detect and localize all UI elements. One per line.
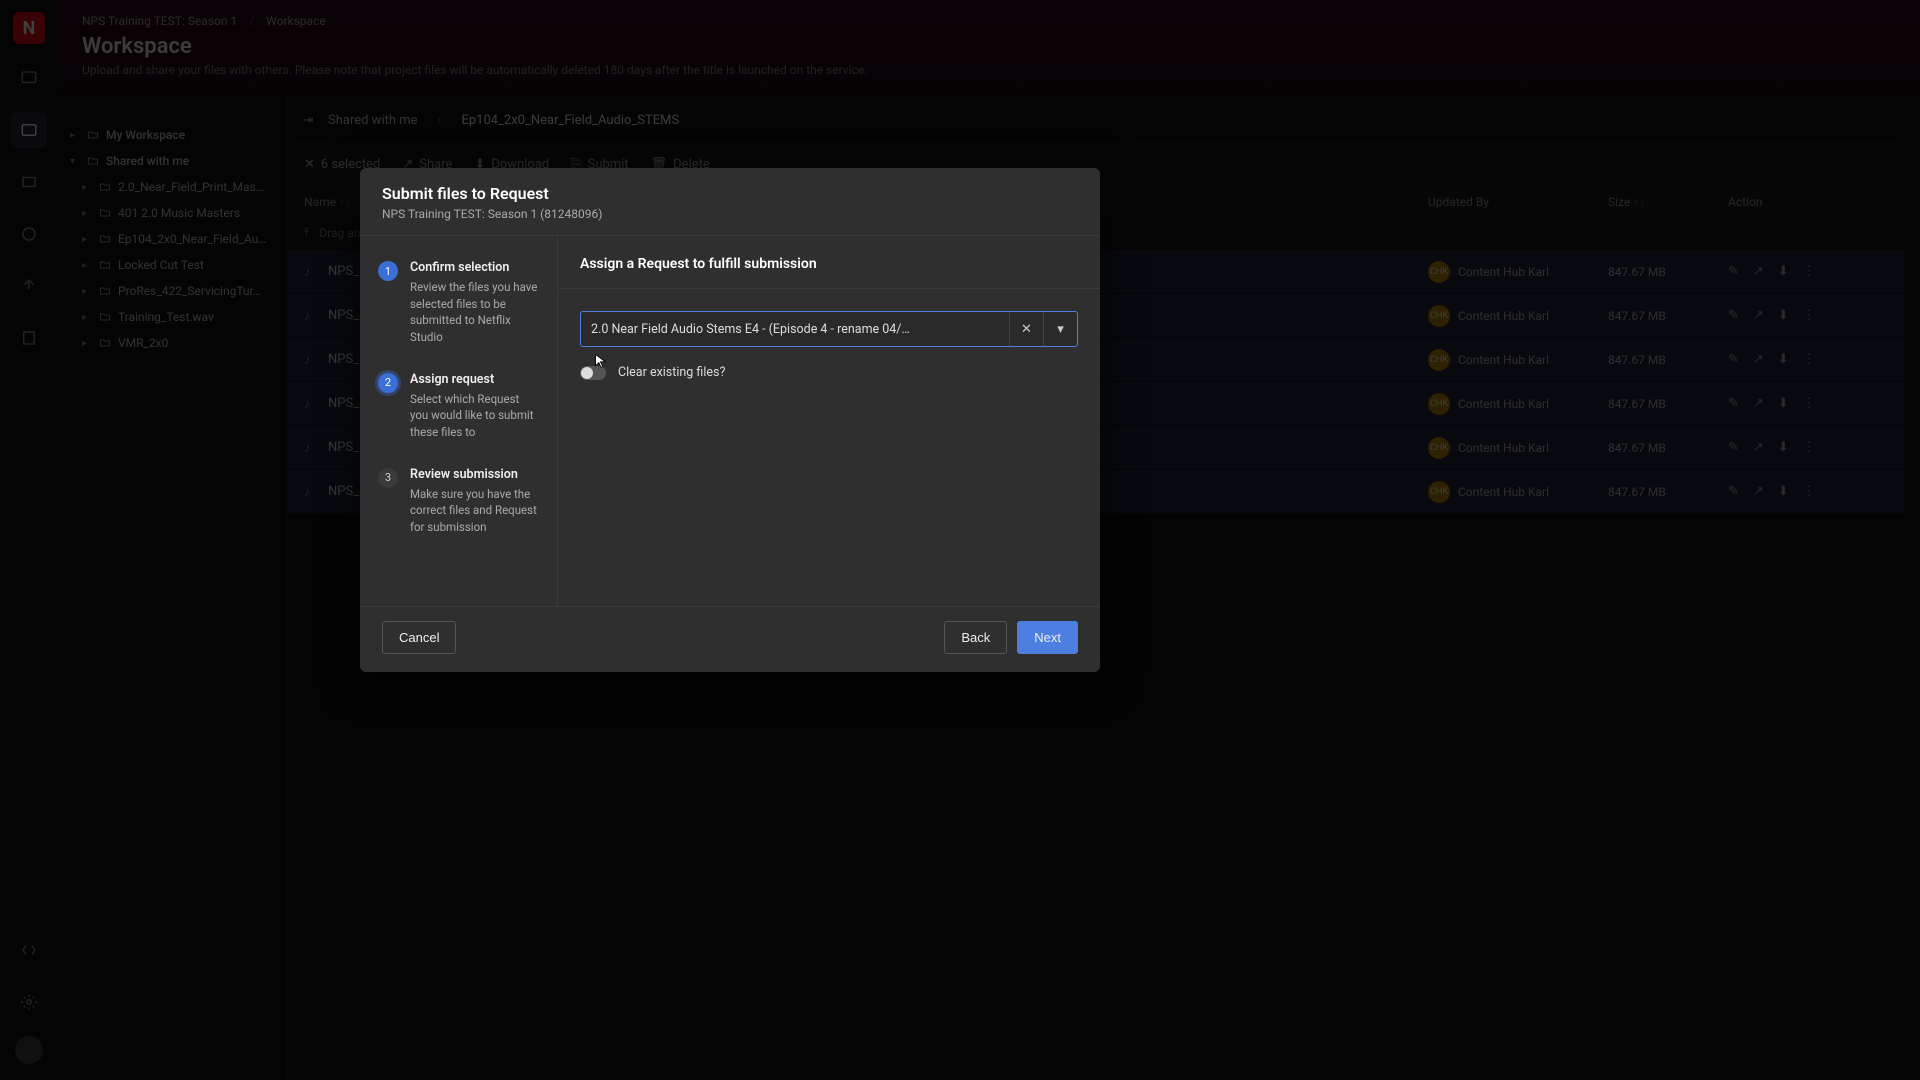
- step-desc: Select which Request you would like to s…: [410, 391, 539, 441]
- step-review-submission: 3 Review submission Make sure you have t…: [378, 467, 539, 536]
- clear-existing-label: Clear existing files?: [618, 365, 725, 380]
- step-title: Confirm selection: [410, 260, 539, 275]
- modal-main: Assign a Request to fulfill submission 2…: [558, 236, 1100, 606]
- modal-title: Submit files to Request: [382, 184, 1078, 203]
- step-number: 1: [378, 261, 398, 281]
- clear-existing-toggle[interactable]: [580, 366, 606, 380]
- step-assign-request: 2 Assign request Select which Request yo…: [378, 372, 539, 441]
- cancel-button[interactable]: Cancel: [382, 621, 456, 654]
- modal-section-title: Assign a Request to fulfill submission: [558, 236, 1100, 289]
- modal-footer: Cancel Back Next: [360, 606, 1100, 672]
- step-desc: Review the files you have selected files…: [410, 279, 539, 346]
- back-button[interactable]: Back: [944, 621, 1007, 654]
- clear-icon[interactable]: ✕: [1009, 312, 1043, 346]
- step-number: 2: [378, 373, 398, 393]
- modal-subtitle: NPS Training TEST: Season 1 (81248096): [382, 207, 1078, 221]
- step-title: Assign request: [410, 372, 539, 387]
- chevron-down-icon[interactable]: ▾: [1043, 312, 1077, 346]
- request-combobox-value[interactable]: 2.0 Near Field Audio Stems E4 - (Episode…: [581, 312, 1009, 346]
- modal-steps: 1 Confirm selection Review the files you…: [360, 236, 558, 606]
- modal-header: Submit files to Request NPS Training TES…: [360, 168, 1100, 236]
- request-combobox[interactable]: 2.0 Near Field Audio Stems E4 - (Episode…: [580, 311, 1078, 347]
- step-number: 3: [378, 468, 398, 488]
- step-desc: Make sure you have the correct files and…: [410, 486, 539, 536]
- step-confirm-selection: 1 Confirm selection Review the files you…: [378, 260, 539, 346]
- next-button[interactable]: Next: [1017, 621, 1078, 654]
- submit-files-modal: Submit files to Request NPS Training TES…: [360, 168, 1100, 672]
- step-title: Review submission: [410, 467, 539, 482]
